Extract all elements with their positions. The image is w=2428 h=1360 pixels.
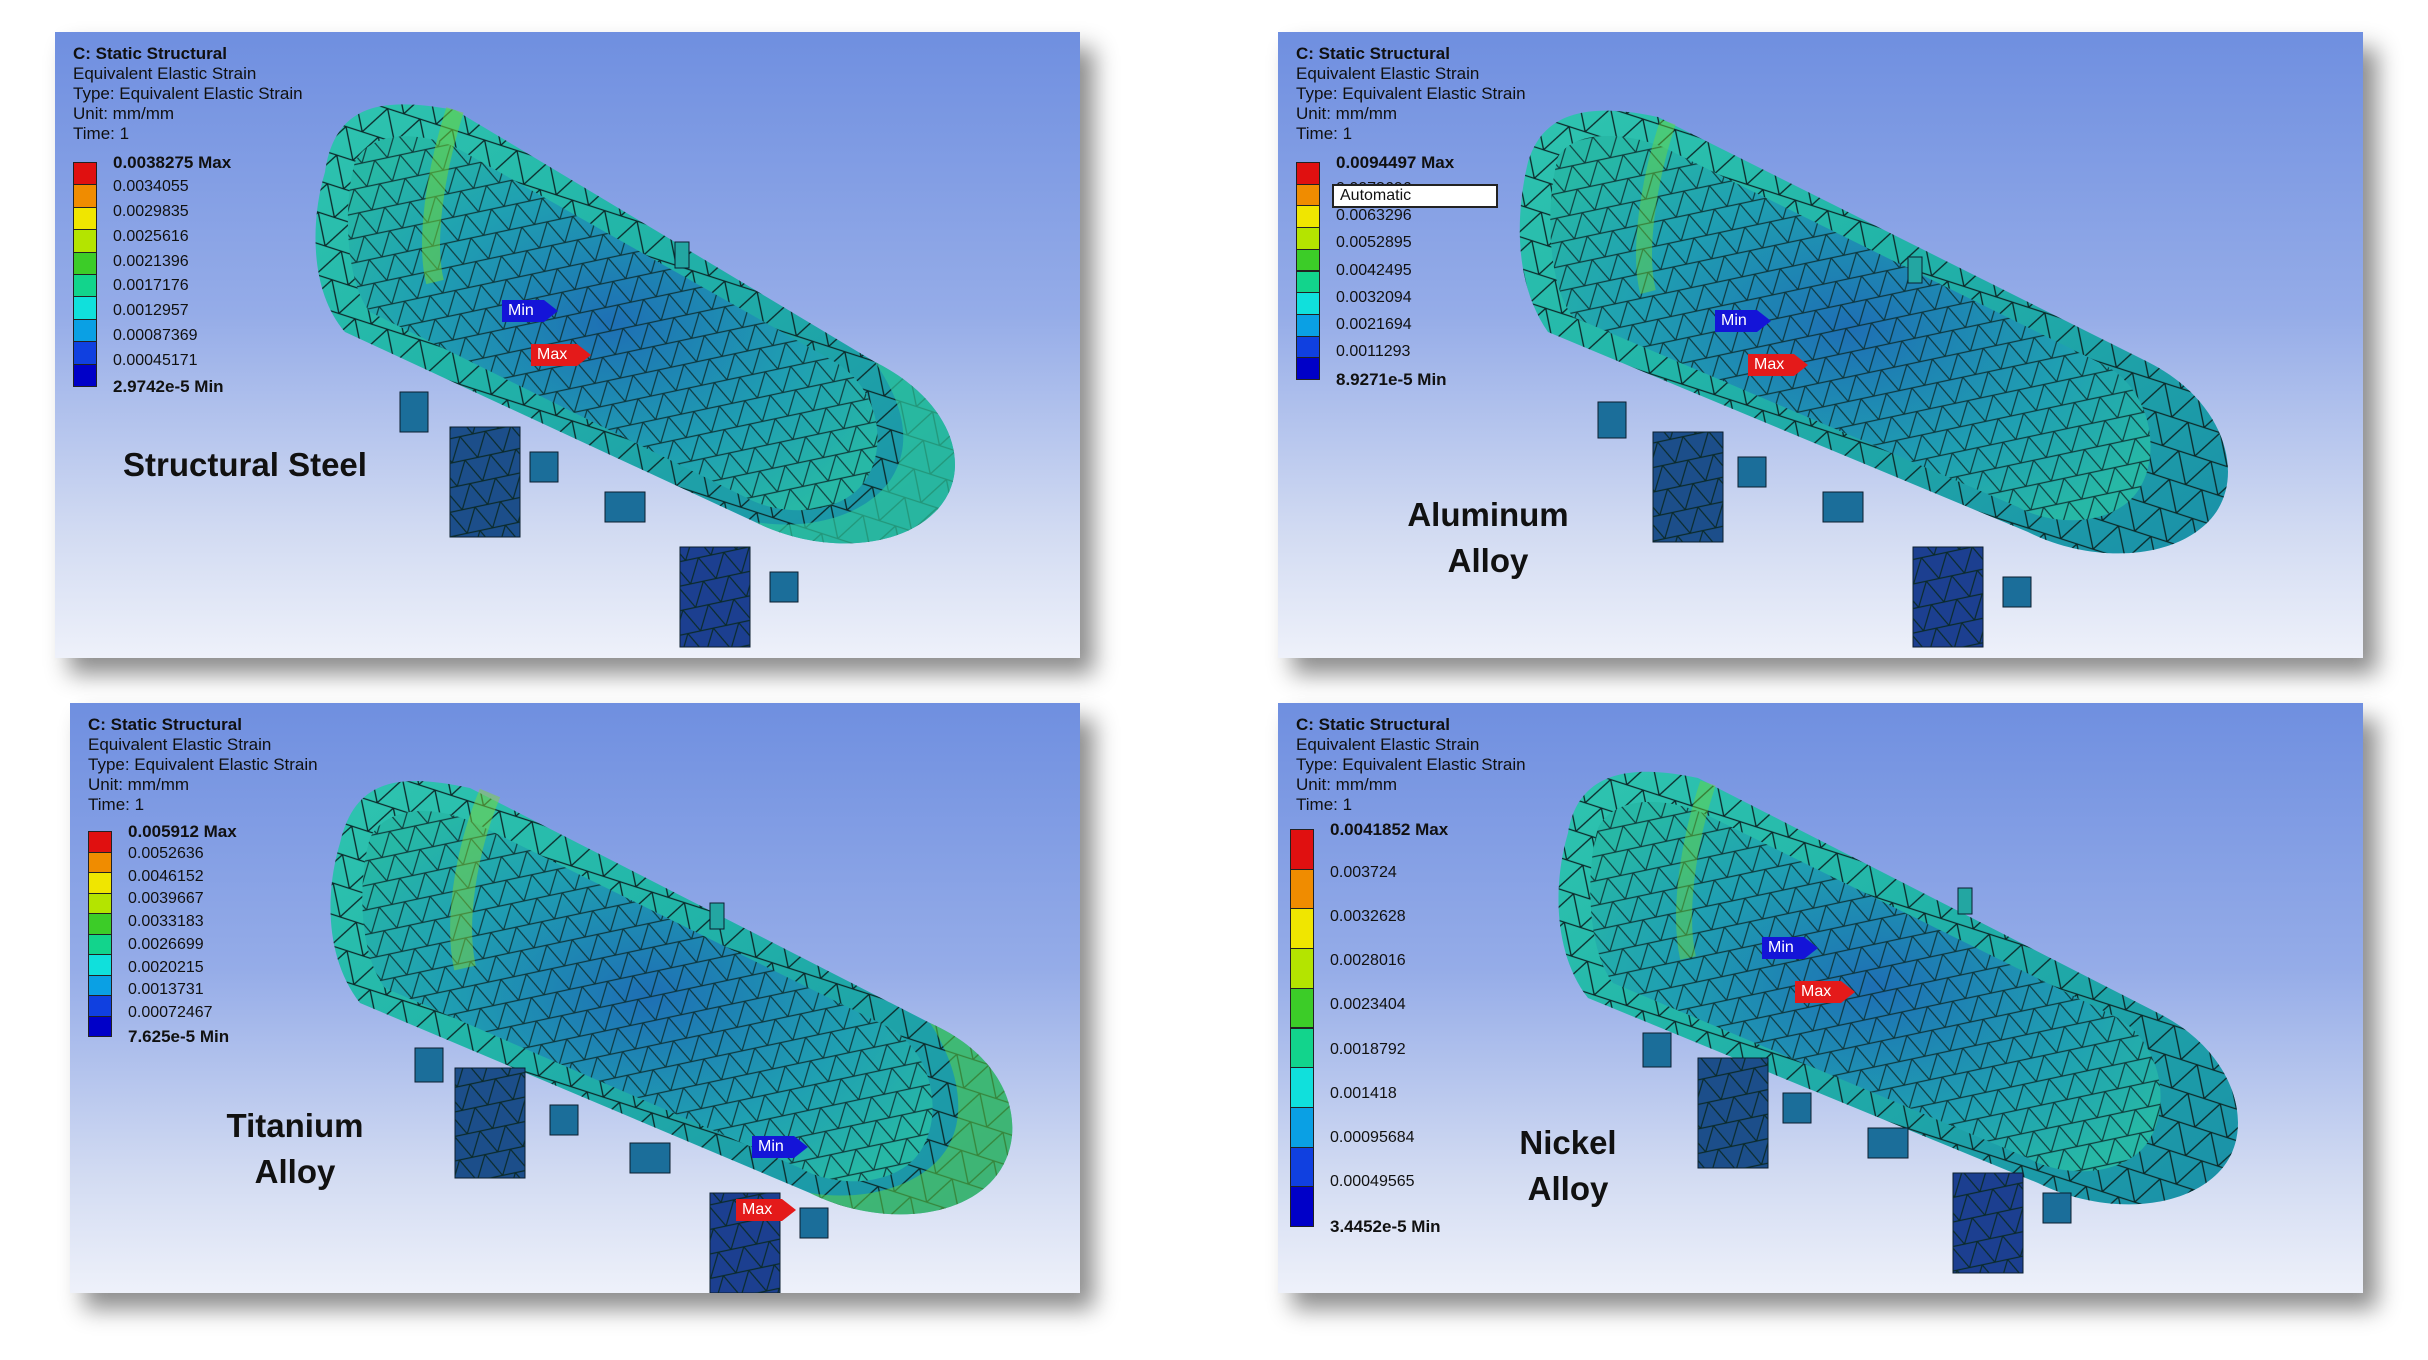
result-panel-aluminum-alloy: C: Static Structural Equivalent Elastic … [1278,32,2363,658]
material-label: Titanium Alloy [195,1103,395,1195]
tank-mesh-shell [315,104,955,544]
tank-mesh-shell [1519,110,2228,554]
material-label: Aluminum Alloy [1388,492,1588,584]
max-marker: Max [531,344,592,366]
min-marker: Min [752,1136,808,1158]
material-label-line1: Nickel [1519,1124,1617,1161]
min-marker: Min [1762,937,1818,959]
material-label-line1: Titanium [226,1107,364,1144]
result-panel-titanium-alloy: C: Static Structural Equivalent Elastic … [70,703,1080,1293]
max-marker: Max [1748,354,1809,376]
material-label-line2: Alloy [1447,542,1529,579]
tank-mesh-shell [330,780,1013,1215]
result-panel-nickel-alloy: C: Static Structural Equivalent Elastic … [1278,703,2363,1293]
min-marker: Min [502,300,558,322]
material-label-line2: Alloy [254,1153,336,1190]
material-label: Structural Steel [123,446,367,483]
tank-model [330,780,1013,1293]
material-label-line1: Aluminum [1407,496,1569,533]
result-panel-structural-steel: C: Static Structural Equivalent Elastic … [55,32,1080,658]
material-label-line2: Alloy [1527,1170,1609,1207]
material-label: Nickel Alloy [1478,1120,1658,1212]
max-marker: Max [736,1199,797,1221]
max-marker: Max [1795,981,1856,1003]
min-marker: Min [1715,310,1771,332]
